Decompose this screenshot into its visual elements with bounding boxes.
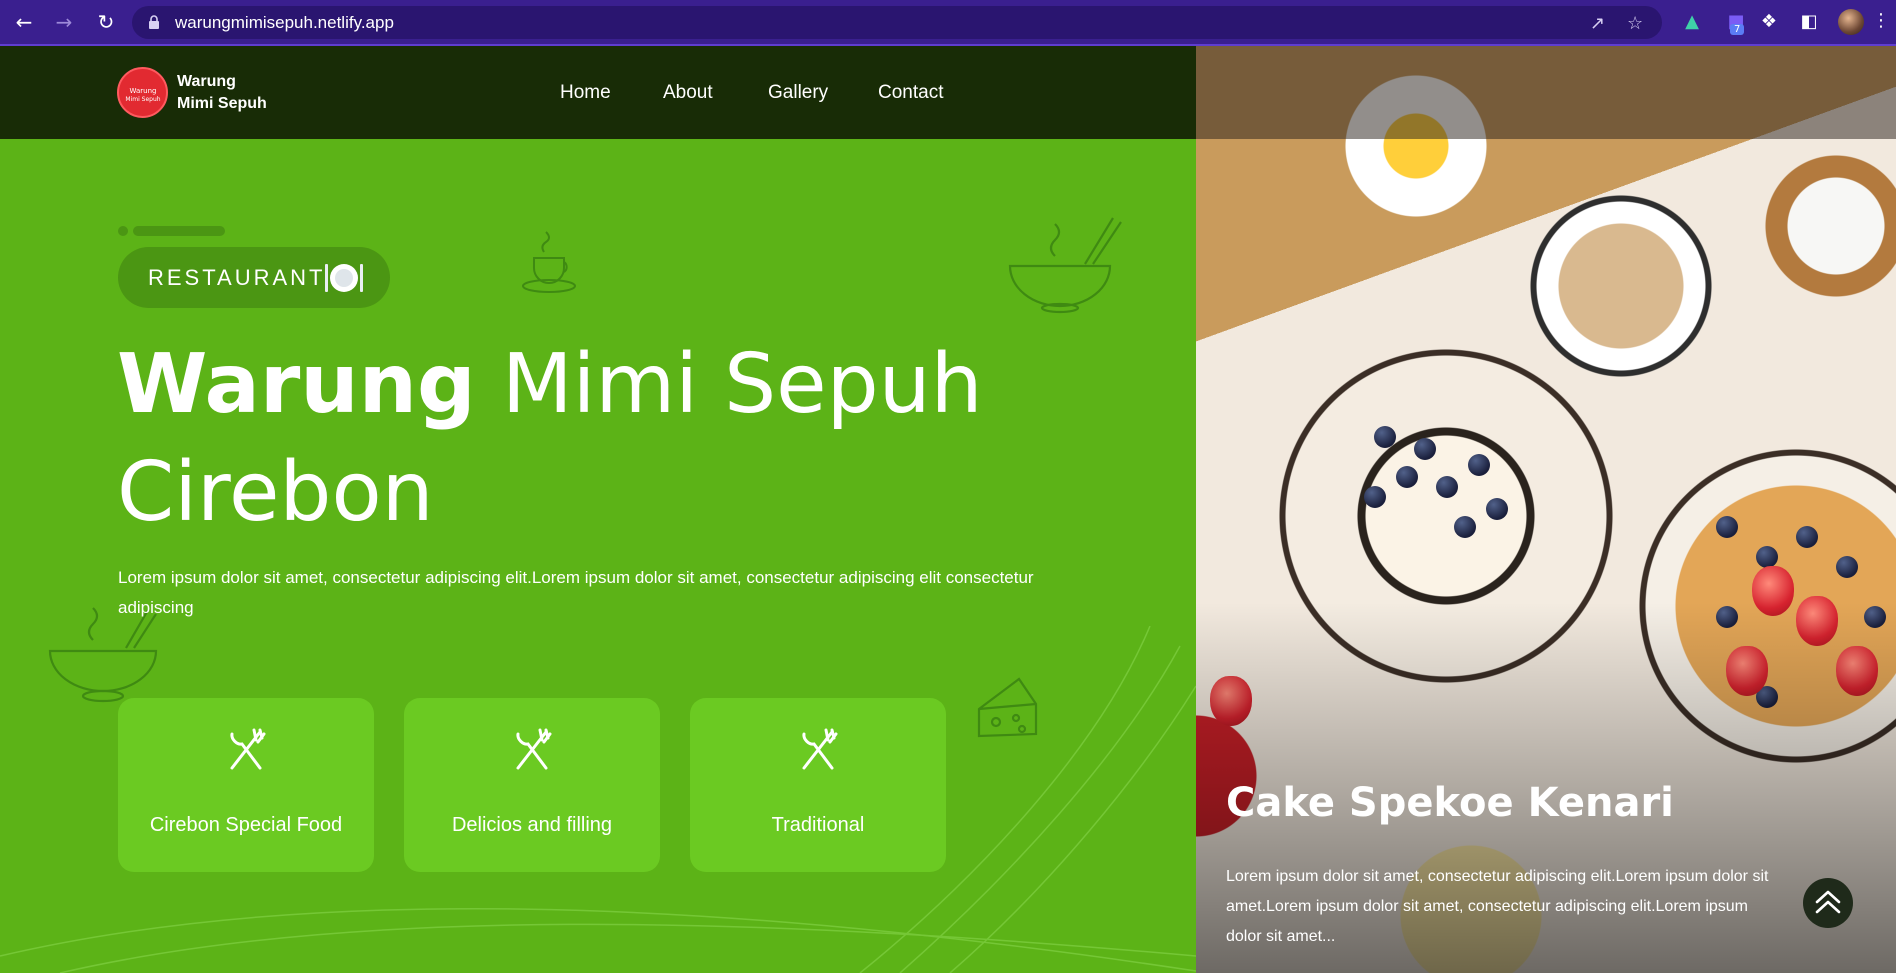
side-panel-icon[interactable]: ◧ — [1797, 10, 1821, 34]
profile-avatar[interactable] — [1838, 9, 1864, 35]
extension-icon[interactable]: ▲ — [1680, 10, 1704, 34]
hero-title-rest: Mimi Sepuh — [501, 337, 983, 432]
brand-name[interactable]: Warung Mimi Sepuh — [177, 71, 267, 115]
brand-name-line2: Mimi Sepuh — [177, 95, 267, 112]
nav-about[interactable]: About — [663, 82, 713, 104]
page: RESTAURANT Warung Mimi Sepuh Cirebon Lor… — [0, 46, 1896, 973]
browser-toolbar: ← → ↻ warungmimisepuh.netlify.app ↗ ☆ ▲ … — [0, 0, 1896, 46]
brand-logo-mark: Warung Mimi Sepuh — [125, 87, 160, 103]
badge-label: RESTAURANT — [148, 265, 326, 290]
extension-badge: 7 — [1730, 24, 1745, 35]
share-icon[interactable]: ↗ — [1590, 13, 1605, 34]
lock-icon — [149, 15, 159, 29]
slide-description: Lorem ipsum dolor sit amet, consectetur … — [1226, 868, 1769, 945]
coffee-cup-icon — [522, 231, 576, 293]
brand-name-line1: Warung — [177, 73, 236, 90]
address-bar[interactable]: warungmimisepuh.netlify.app ↗ ☆ — [132, 6, 1662, 39]
forward-icon[interactable]: → — [50, 8, 78, 36]
double-chevron-up-icon — [1815, 890, 1841, 914]
site-header: Warung Mimi Sepuh Warung Mimi Sepuh Home… — [0, 46, 1896, 139]
cheese-icon — [977, 677, 1038, 738]
svg-text:Mimi Sepuh: Mimi Sepuh — [125, 96, 160, 103]
plate-cutlery-icon — [325, 264, 363, 292]
indicator-bar-active[interactable] — [133, 226, 225, 236]
feature-card-delicious[interactable]: Delicios and filling — [404, 698, 660, 872]
indicator-dot[interactable] — [118, 226, 128, 236]
feature-card-label: Traditional — [771, 814, 865, 836]
url-text: warungmimisepuh.netlify.app — [175, 13, 394, 32]
header-background-transparent — [1196, 46, 1896, 139]
feature-card-label: Delicios and filling — [451, 814, 613, 836]
noodle-bowl-icon — [1008, 217, 1122, 314]
spoon-fork-icon — [802, 728, 838, 770]
nav-contact[interactable]: Contact — [878, 82, 943, 104]
nav-gallery[interactable]: Gallery — [768, 82, 828, 104]
restaurant-badge: RESTAURANT — [118, 247, 390, 308]
feature-card-label: Cirebon Special Food — [149, 814, 343, 836]
image-overlay — [1196, 46, 1896, 973]
hero-title: Warung Mimi Sepuh Cirebon — [117, 331, 983, 547]
hero-section: RESTAURANT Warung Mimi Sepuh Cirebon Lor… — [0, 46, 1196, 973]
back-icon[interactable]: ← — [10, 8, 38, 36]
svg-text:Warung: Warung — [130, 87, 157, 95]
feature-card-special-food[interactable]: Cirebon Special Food — [118, 698, 374, 872]
nav-home[interactable]: Home — [560, 82, 611, 104]
bookmark-star-icon[interactable]: ☆ — [1627, 13, 1643, 34]
brand-logo[interactable]: Warung Mimi Sepuh — [117, 67, 168, 118]
browser-menu-icon[interactable]: ⋮ — [1872, 10, 1890, 31]
feature-card-traditional[interactable]: Traditional — [690, 698, 946, 872]
hero-description: Lorem ipsum dolor sit amet, consectetur … — [118, 568, 1034, 617]
scroll-to-top-button[interactable] — [1803, 878, 1853, 928]
hero-title-line2: Cirebon — [117, 445, 434, 540]
slide-title: Cake Spekoe Kenari — [1226, 780, 1674, 826]
hero-title-bold: Warung — [117, 337, 476, 432]
hero-food-image — [1196, 46, 1896, 973]
puzzle-icon[interactable]: ❖ — [1757, 10, 1781, 34]
spoon-fork-icon — [516, 728, 552, 770]
spoon-fork-icon — [230, 728, 266, 770]
reload-icon[interactable]: ↻ — [92, 8, 120, 36]
